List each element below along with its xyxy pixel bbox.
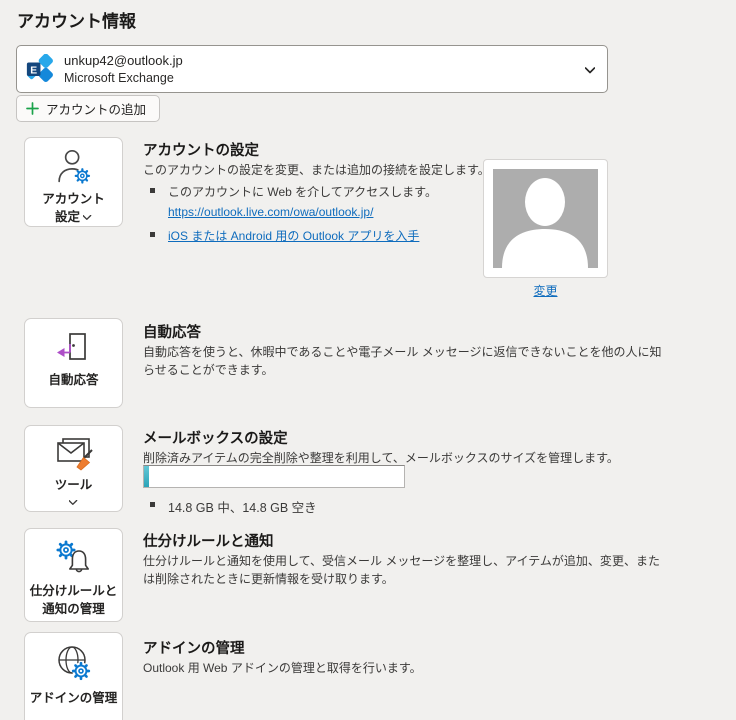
globe-gear-icon — [57, 646, 91, 681]
owa-link-row: https://outlook.live.com/owa/outlook.jp/ — [168, 205, 373, 219]
auto-reply-description-line1: 自動応答を使うと、休暇中であることや電子メール メッセージに返信できないことを他… — [143, 345, 662, 359]
add-account-label: アカウントの追加 — [46, 103, 147, 117]
profile-photo-placeholder — [493, 169, 598, 268]
out-of-office-door-icon — [56, 333, 86, 360]
web-access-bullet: このアカウントに Web を介してアクセスします。 — [150, 183, 437, 200]
account-selector-dropdown[interactable]: E unkup42@outlook.jp Microsoft Exchange — [16, 45, 608, 93]
get-outlook-app-link[interactable]: iOS または Android 用の Outlook アプリを入手 — [168, 227, 419, 244]
mailbox-quota-fill — [144, 466, 150, 487]
manage-addins-tile-label: アドインの管理 — [29, 691, 118, 705]
web-access-text: このアカウントに Web を介してアクセスします。 — [168, 185, 437, 199]
chevron-down-icon — [585, 67, 595, 74]
bullet-square-icon — [150, 188, 155, 193]
rules-alerts-description-line2: は削除されたときに更新情報を受け取ります。 — [143, 572, 394, 586]
change-photo-link[interactable]: 変更 — [533, 284, 557, 298]
auto-reply-heading: 自動応答 — [143, 325, 201, 341]
owa-link[interactable]: https://outlook.live.com/owa/outlook.jp/ — [168, 205, 373, 219]
mailbox-quota-bar — [143, 465, 405, 488]
manage-addins-description: Outlook 用 Web アドインの管理と取得を行います。 — [143, 661, 422, 675]
add-account-button[interactable]: アカウントの追加 — [16, 95, 161, 122]
auto-reply-tile-button[interactable]: 自動応答 — [24, 318, 123, 408]
account-provider: Microsoft Exchange — [64, 71, 174, 85]
mailbox-cleanup-icon — [56, 438, 93, 471]
chevron-down-icon — [69, 499, 78, 505]
bullet-square-icon — [150, 232, 155, 237]
rules-alerts-tile-button[interactable]: 仕分けルールと 通知の管理 — [24, 528, 123, 622]
gear-bell-icon — [55, 539, 89, 573]
quota-bullet: 14.8 GB 中、14.8 GB 空き — [150, 497, 317, 516]
rules-alerts-tile-label: 仕分けルールと 通知の管理 — [29, 584, 118, 616]
account-settings-heading: アカウントの設定 — [143, 143, 259, 159]
mailbox-tools-tile-button[interactable]: ツール — [24, 425, 123, 512]
tools-tile-label: ツール — [54, 478, 93, 492]
profile-photo — [483, 159, 608, 278]
page-title: アカウント情報 — [17, 12, 136, 31]
auto-reply-tile-label: 自動応答 — [48, 373, 99, 387]
account-email: unkup42@outlook.jp — [64, 53, 183, 68]
svg-text:E: E — [30, 66, 37, 77]
photo-change-row: 変更 — [483, 282, 608, 299]
account-settings-tile-button[interactable]: アカウント 設定 — [24, 137, 123, 227]
person-gear-icon — [57, 149, 91, 185]
account-settings-tile-label: アカウント 設定 — [42, 192, 105, 224]
account-settings-description: このアカウントの設定を変更、または追加の接続を設定します。 — [143, 163, 490, 177]
manage-addins-heading: アドインの管理 — [143, 641, 245, 657]
account-selector-text: unkup42@outlook.jp Microsoft Exchange — [64, 53, 183, 85]
manage-addins-tile-button[interactable]: アドインの管理 — [24, 632, 123, 720]
rules-alerts-heading: 仕分けルールと通知 — [143, 534, 274, 550]
plus-icon — [26, 102, 39, 115]
mailbox-settings-heading: メールボックスの設定 — [143, 431, 288, 447]
microsoft-exchange-icon: E — [26, 54, 53, 83]
person-silhouette-icon — [502, 178, 588, 268]
quota-text: 14.8 GB 中、14.8 GB 空き — [168, 501, 317, 515]
rules-alerts-description-line1: 仕分けルールと通知を使用して、受信メール メッセージを整理し、アイテムが追加、変… — [143, 554, 660, 568]
get-app-bullet: iOS または Android 用の Outlook アプリを入手 — [150, 227, 419, 244]
bullet-square-icon — [150, 502, 155, 507]
auto-reply-description-line2: らせることができます。 — [143, 363, 274, 377]
chevron-down-icon — [82, 214, 92, 220]
